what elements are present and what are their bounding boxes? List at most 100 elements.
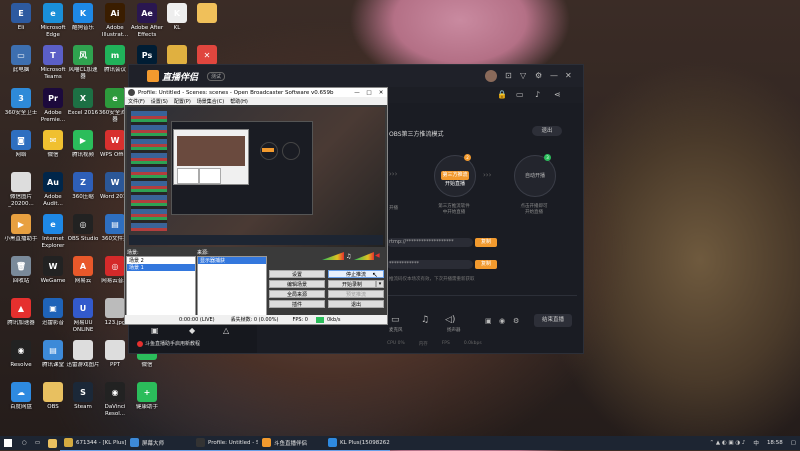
minimize-icon[interactable]: — bbox=[550, 71, 558, 80]
message-icon[interactable]: ▭ bbox=[516, 90, 524, 99]
desktop-icon[interactable]: 迅雷游戏图片 bbox=[66, 340, 100, 369]
search-icon[interactable]: ○ bbox=[18, 436, 31, 450]
desktop-icon[interactable]: ▶ 腾讯视频 bbox=[66, 130, 100, 159]
speaker-icon[interactable]: ◁) bbox=[445, 315, 455, 325]
settings-icon[interactable]: ⚙ bbox=[535, 71, 542, 80]
triangle-icon[interactable]: △ bbox=[223, 326, 229, 335]
desktop-icon[interactable]: PPT bbox=[98, 340, 132, 369]
desktop-icon[interactable]: e Internet Explorer bbox=[36, 214, 70, 249]
desktop-icon[interactable]: W WeGame bbox=[36, 256, 70, 285]
desktop-icon[interactable] bbox=[190, 3, 224, 25]
taskbar-app[interactable]: 671344 - [KL Plus] bbox=[60, 436, 127, 451]
desktop-icon[interactable]: U 网易UU ONLINE bbox=[66, 298, 100, 333]
desktop-icon[interactable]: + 健康助手 bbox=[130, 382, 164, 411]
exit-mode-button[interactable]: 退出 bbox=[532, 126, 562, 136]
minimize-button[interactable]: — bbox=[351, 90, 363, 96]
menu-file[interactable]: 文件(F) bbox=[128, 98, 145, 105]
share-icon[interactable]: ⋖ bbox=[554, 90, 561, 99]
desktop-icon[interactable]: A 网易云 bbox=[66, 256, 100, 285]
camera-icon[interactable]: ▣ bbox=[485, 317, 492, 325]
desktop-icon[interactable]: ▲ 腾讯加速器 bbox=[4, 298, 38, 327]
desktop-icon[interactable]: ▣ 迅雷影音 bbox=[36, 298, 70, 327]
taskbar-app[interactable]: 屏幕大师 bbox=[126, 436, 193, 451]
gift-icon[interactable]: ⊡ bbox=[505, 71, 512, 80]
desktop-icon[interactable]: ◉ DaVinci Resol... bbox=[98, 382, 132, 417]
desktop-icon[interactable]: K KL bbox=[160, 3, 194, 32]
clock[interactable]: 18:58 bbox=[763, 436, 787, 450]
task-view-icon[interactable]: ▭ bbox=[31, 436, 44, 450]
desktop-icon[interactable]: K 酷狗音乐 bbox=[66, 3, 100, 32]
scene-icon[interactable]: ▣ bbox=[151, 326, 159, 335]
global-sources-button[interactable]: 全局来源 bbox=[269, 290, 325, 298]
desktop-icon[interactable]: ✉ 微信 bbox=[36, 130, 70, 159]
desktop-icon[interactable]: T Microsoft Teams bbox=[36, 45, 70, 80]
desktop-icon[interactable]: Ai Adobe Illustrat... bbox=[98, 3, 132, 38]
desktop-icon[interactable]: Au Adobe Audit... bbox=[36, 172, 70, 207]
exit-button[interactable]: 退出 bbox=[328, 300, 384, 308]
maximize-button[interactable]: □ bbox=[363, 90, 375, 96]
avatar[interactable] bbox=[485, 70, 497, 82]
menu-profile[interactable]: 配置(P) bbox=[174, 98, 191, 105]
scenes-list[interactable]: 场景 2 场景 1 bbox=[126, 256, 196, 316]
stream-key-field[interactable]: ************ bbox=[387, 260, 473, 269]
gear-icon[interactable]: ⚙ bbox=[513, 317, 519, 325]
taskbar-app[interactable]: KL Plus(15098262) bbox=[324, 436, 391, 451]
explorer-icon[interactable] bbox=[44, 436, 60, 450]
desktop-icon[interactable]: ▭ 此电脑 bbox=[4, 45, 38, 74]
settings-button[interactable]: 设置 bbox=[269, 270, 325, 278]
bell-icon[interactable]: ♪ bbox=[535, 90, 540, 99]
desktop-icon[interactable]: 微信图片_20200... bbox=[4, 172, 38, 207]
menu-settings[interactable]: 设置(S) bbox=[151, 98, 168, 105]
sources-list[interactable]: 显示器捕获 bbox=[197, 256, 267, 316]
menu-help[interactable]: 帮助(H) bbox=[230, 98, 248, 105]
layer-icon[interactable]: ◆ bbox=[189, 326, 195, 335]
preview-stream-button[interactable]: 预览推流 bbox=[328, 290, 384, 298]
desktop-icon[interactable]: E Eli bbox=[4, 3, 38, 32]
desktop-icon[interactable]: 3 360安全卫士 bbox=[4, 88, 38, 117]
mic-icon[interactable]: ♫ bbox=[421, 315, 429, 325]
desktop-icon[interactable]: ▤ 腾讯课堂 bbox=[36, 340, 70, 369]
end-live-button[interactable]: 结束直播 bbox=[534, 314, 572, 327]
desktop-icon[interactable]: ◉ Resolve bbox=[4, 340, 38, 369]
list-item[interactable]: 场景 1 bbox=[127, 264, 195, 271]
start-live-button[interactable]: 第三方推流开始直播 bbox=[441, 171, 469, 187]
close-button[interactable]: ✕ bbox=[375, 90, 387, 96]
notification-icon[interactable]: ▢ bbox=[787, 436, 800, 450]
eye-icon[interactable]: ◉ bbox=[499, 317, 505, 325]
desktop-icon[interactable]: Ae Adobe After Effects 2019 bbox=[130, 3, 164, 38]
record-dropdown-icon[interactable]: ▾ bbox=[376, 280, 384, 288]
tray-icons[interactable]: ⌃ ▲ ◐ ▣ ◑ ♪ bbox=[706, 436, 750, 450]
desktop-icon[interactable]: ◎ OBS Studio bbox=[66, 214, 100, 243]
server-url-field[interactable]: rtmp://******************* bbox=[387, 238, 473, 247]
desktop-icon[interactable]: S Steam bbox=[66, 382, 100, 411]
start-button[interactable] bbox=[0, 436, 18, 450]
close-icon[interactable]: ✕ bbox=[565, 71, 572, 80]
lock-icon[interactable]: 🔒 bbox=[497, 90, 507, 99]
desktop-icon[interactable]: X Excel 2016 bbox=[66, 88, 100, 117]
mic-icon[interactable]: ♫ bbox=[346, 253, 351, 260]
copy-server-button[interactable]: 复制 bbox=[475, 238, 497, 247]
copy-key-button[interactable]: 复制 bbox=[475, 260, 497, 269]
taskbar-app[interactable]: 斗鱼直播伴侣 bbox=[258, 436, 325, 451]
desktop-icon[interactable]: Z 360压缩 bbox=[66, 172, 100, 201]
plugins-button[interactable]: 插件 bbox=[269, 300, 325, 308]
desktop-icon[interactable]: m 腾讯会议 bbox=[98, 45, 132, 74]
obs-preview[interactable] bbox=[127, 107, 385, 247]
input-language[interactable]: 中 bbox=[749, 436, 763, 450]
taskbar-app[interactable]: Profile: Untitled - Sc... bbox=[192, 436, 259, 451]
start-record-button[interactable]: 开始录制 bbox=[328, 280, 376, 288]
desktop-icon[interactable]: e Microsoft Edge bbox=[36, 3, 70, 38]
list-item[interactable]: 场景 2 bbox=[127, 257, 195, 264]
desktop-icon[interactable]: ☁ 百度网盘 bbox=[4, 382, 38, 411]
desktop-icon[interactable]: ▶ 小黑直播助手 bbox=[4, 214, 38, 243]
shirt-icon[interactable]: ▽ bbox=[520, 71, 526, 80]
link-mic-icon[interactable]: ▭ bbox=[391, 315, 400, 325]
desktop-icon[interactable]: 风风喵CL加速器 bbox=[66, 45, 100, 80]
menu-scene-collection[interactable]: 场景集合(C) bbox=[197, 98, 224, 105]
desktop-icon[interactable]: OBS bbox=[36, 382, 70, 411]
desktop-icon[interactable]: 🗑 回收站 bbox=[4, 256, 38, 285]
list-item[interactable]: 显示器捕获 bbox=[198, 257, 266, 264]
desktop-icon[interactable]: ◙ 网络 bbox=[4, 130, 38, 159]
desktop-icon[interactable]: Pr Adobe Premie... bbox=[36, 88, 70, 123]
speaker-icon[interactable]: ◀ bbox=[375, 252, 380, 259]
